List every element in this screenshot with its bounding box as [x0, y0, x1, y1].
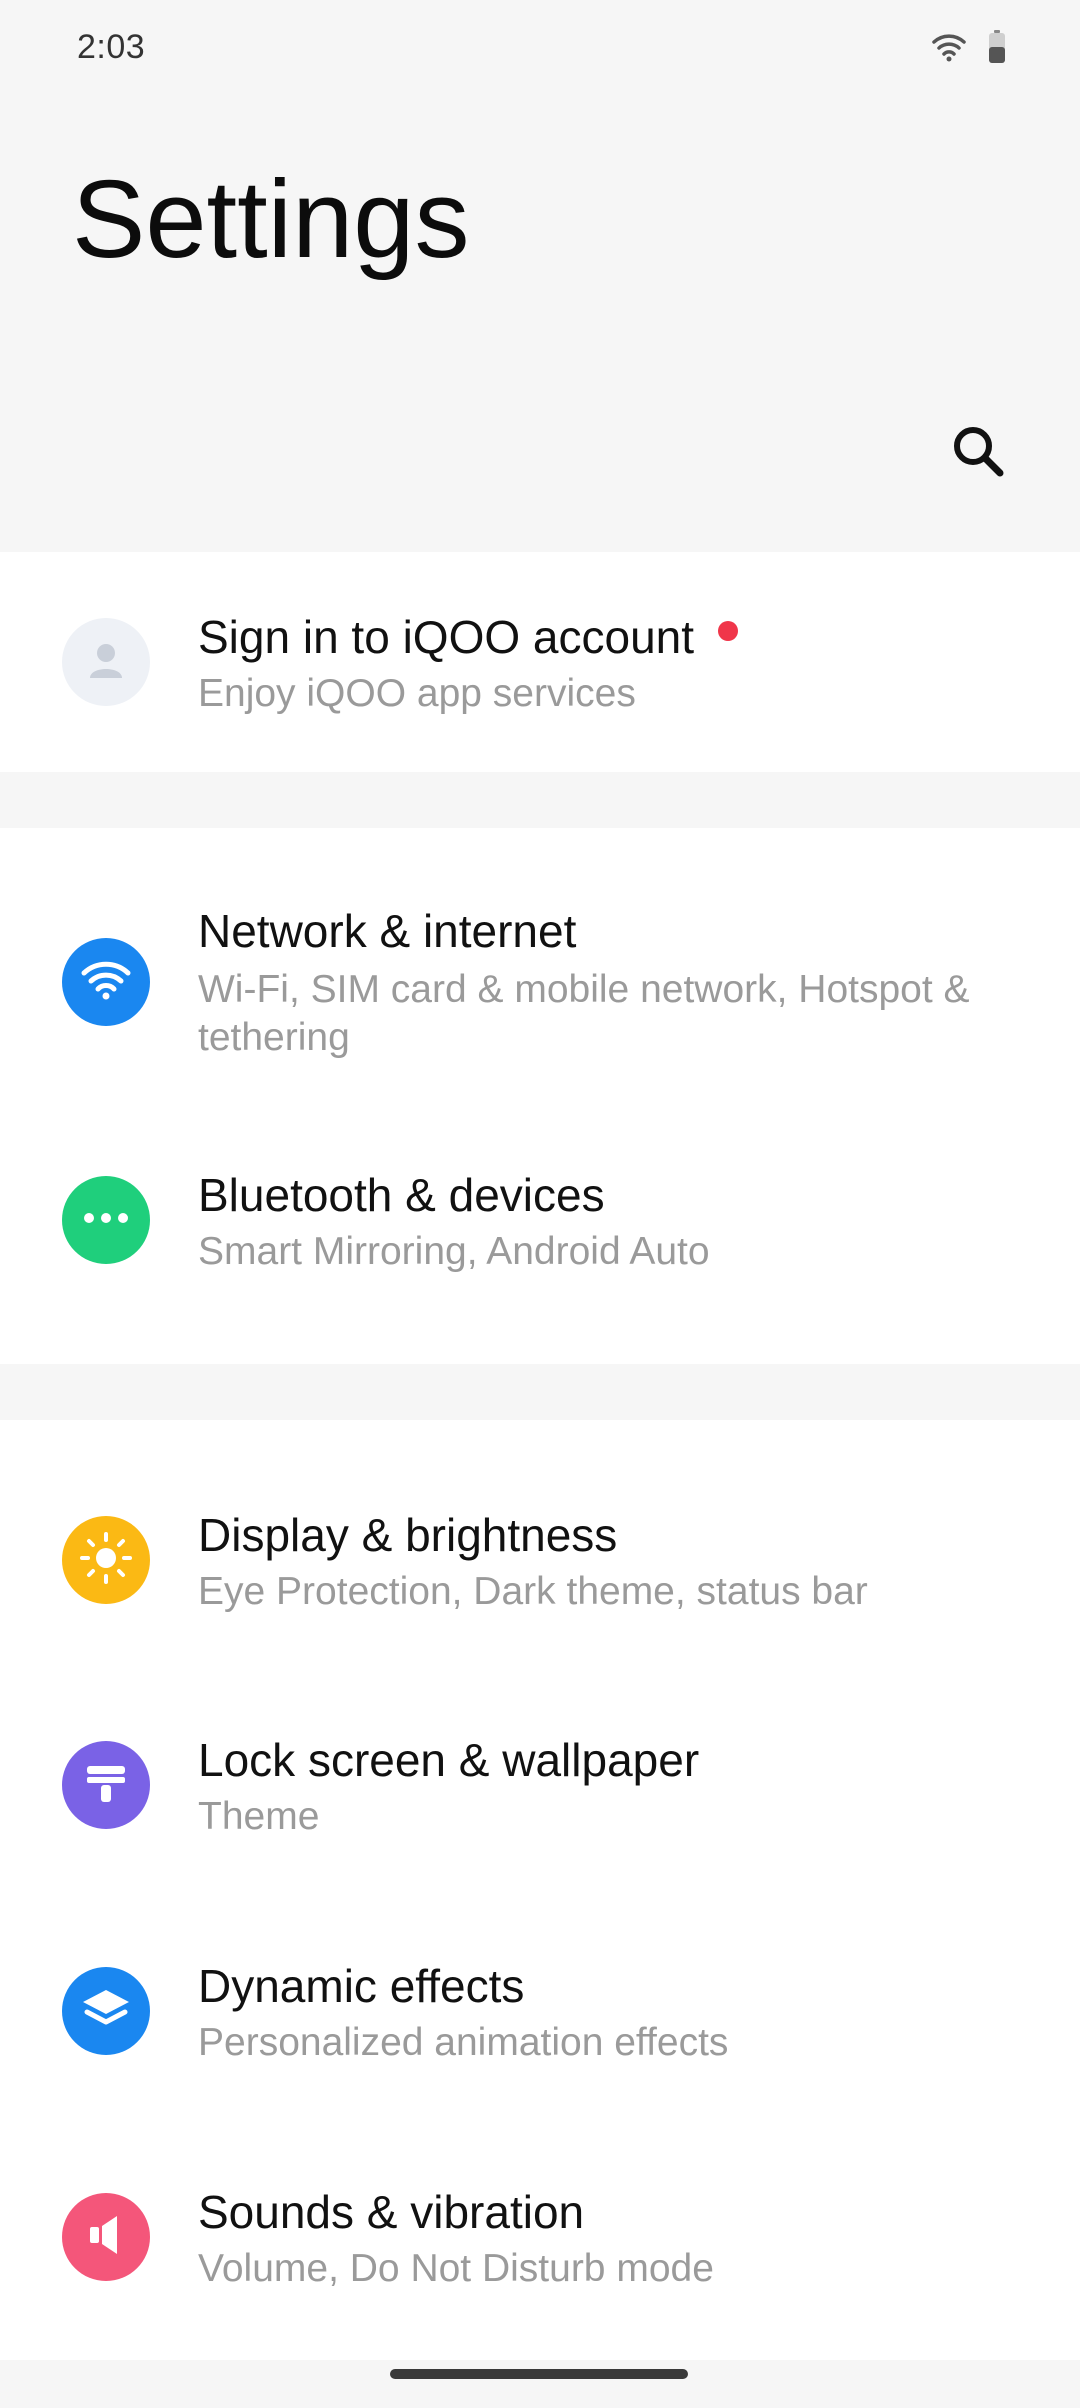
settings-item-title: Sounds & vibration: [198, 2186, 585, 2238]
settings-item-title: Lock screen & wallpaper: [198, 1734, 700, 1786]
settings-item-subtitle: Theme: [198, 1795, 320, 1838]
settings-item-subtitle: Smart Mirroring, Android Auto: [198, 1230, 710, 1273]
avatar-icon: [84, 638, 128, 687]
settings-item-subtitle: Volume, Do Not Disturb mode: [198, 2247, 714, 2290]
settings-item-title: Display & brightness: [198, 1509, 618, 1561]
network-icon-badge: [62, 938, 150, 1026]
search-button[interactable]: [945, 420, 1011, 486]
lock-screen-icon-badge: [62, 1741, 150, 1829]
settings-item-dynamic-effects[interactable]: Dynamic effects Personalized animation e…: [0, 1899, 1080, 2125]
notification-badge: [718, 621, 739, 641]
status-bar: 2:03: [0, 0, 1080, 100]
settings-item-display[interactable]: Display & brightness Eye Protection, Dar…: [0, 1420, 1080, 1673]
avatar: [62, 618, 150, 706]
settings-item-subtitle: Eye Protection, Dark theme, status bar: [198, 1570, 868, 1613]
page-title: Settings: [72, 158, 470, 281]
account-card: Sign in to iQOO account Enjoy iQOO app s…: [0, 552, 1080, 772]
sounds-icon-badge: [62, 2193, 150, 2281]
settings-item-lock-screen[interactable]: Lock screen & wallpaper Theme: [0, 1673, 1080, 1899]
settings-item-subtitle: Personalized animation effects: [198, 2021, 729, 2064]
settings-item-subtitle: Wi-Fi, SIM card & mobile network, Hotspo…: [198, 968, 970, 1059]
display-icon-badge: [62, 1516, 150, 1604]
battery-icon: [988, 30, 1006, 69]
account-subtitle: Enjoy iQOO app services: [198, 672, 636, 715]
settings-item-sounds[interactable]: Sounds & vibration Volume, Do Not Distur…: [0, 2125, 1080, 2351]
settings-item-network[interactable]: Network & internet Wi-Fi, SIM card & mob…: [0, 828, 1080, 1102]
search-icon: [950, 423, 1006, 484]
layers-icon: [79, 1984, 133, 2039]
brush-icon: [81, 1758, 131, 1813]
account-title: Sign in to iQOO account: [198, 611, 695, 663]
status-icons: [932, 30, 1006, 69]
settings-item-title: Bluetooth & devices: [198, 1169, 605, 1221]
status-time: 2:03: [77, 28, 146, 66]
sun-icon: [78, 1530, 134, 1591]
account-row[interactable]: Sign in to iQOO account Enjoy iQOO app s…: [0, 552, 1080, 772]
wifi-icon: [932, 32, 966, 67]
dynamic-effects-icon-badge: [62, 1967, 150, 2055]
more-dots-icon: [81, 1211, 131, 1230]
bluetooth-icon-badge: [62, 1176, 150, 1264]
settings-item-title: Network & internet: [198, 905, 577, 957]
speaker-icon: [81, 2210, 131, 2265]
personalization-card: Display & brightness Eye Protection, Dar…: [0, 1420, 1080, 2360]
home-indicator[interactable]: [390, 2369, 688, 2379]
wifi-icon: [81, 959, 131, 1006]
settings-item-bluetooth[interactable]: Bluetooth & devices Smart Mirroring, And…: [0, 1102, 1080, 1364]
settings-item-title: Dynamic effects: [198, 1960, 525, 2012]
connectivity-card: Network & internet Wi-Fi, SIM card & mob…: [0, 828, 1080, 1364]
